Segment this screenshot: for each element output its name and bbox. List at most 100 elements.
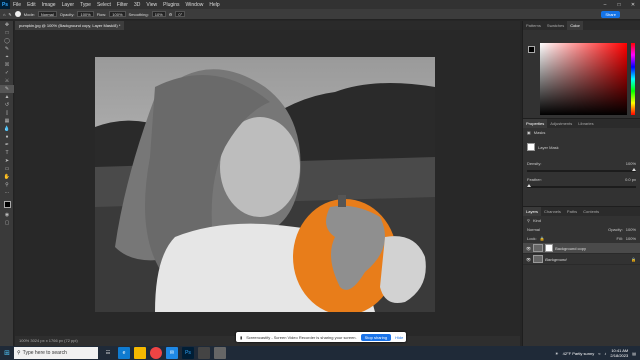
settings-gear-icon[interactable]: ⚙ [169,12,173,17]
angle-field[interactable]: 0° [175,11,186,17]
menu-edit[interactable]: Edit [24,2,39,8]
kind-filter[interactable]: Kind [533,218,541,223]
volume-icon[interactable]: ♪ [604,351,606,356]
frame-tool-icon[interactable]: ☒ [0,61,14,69]
quick-select-tool-icon[interactable]: ✎ [0,45,14,53]
foreground-color-swatch[interactable] [528,46,535,53]
tab-channels[interactable]: Channels [541,207,564,216]
clone-stamp-tool-icon[interactable]: ▲ [0,93,14,101]
edge-browser-icon[interactable]: e [118,347,130,359]
file-explorer-icon[interactable] [134,347,146,359]
marquee-tool-icon[interactable]: □ [0,29,14,37]
home-icon[interactable]: ⌂ [3,12,5,17]
history-brush-tool-icon[interactable]: ↺ [0,101,14,109]
menu-filter[interactable]: Filter [114,2,131,8]
eyedropper-tool-icon[interactable]: ✓ [0,69,14,77]
tab-patterns[interactable]: Patterns [523,21,544,30]
opacity-field[interactable]: 100% [77,11,94,17]
menu-view[interactable]: View [143,2,160,8]
tab-properties[interactable]: Properties [523,119,548,128]
tab-libraries[interactable]: Libraries [575,119,596,128]
screen-mode-icon[interactable]: ▢ [0,219,14,227]
app-icon[interactable] [214,347,226,359]
document-canvas[interactable] [95,57,435,312]
notifications-icon[interactable]: ▤ [632,351,636,356]
tab-swatches[interactable]: Swatches [544,21,567,30]
layer-row[interactable]: 👁 Background 🔒 [523,254,640,265]
type-tool-icon[interactable]: T [0,149,14,157]
dodge-tool-icon[interactable]: ● [0,133,14,141]
tab-adjustments[interactable]: Adjustments [547,119,575,128]
lock-icon[interactable]: 🔒 [540,236,545,241]
hand-tool-icon[interactable]: ✋ [0,173,14,181]
wifi-icon[interactable]: ≈ [598,351,600,356]
color-swatches-icon[interactable] [0,197,14,211]
share-button[interactable]: Share [601,10,620,18]
feather-value[interactable]: 0.0 px [625,177,636,182]
mail-icon[interactable]: ✉ [166,347,178,359]
hue-slider[interactable] [631,43,635,115]
feather-slider[interactable] [527,184,636,188]
menu-select[interactable]: Select [94,2,114,8]
photoshop-taskbar-icon[interactable]: Ps [182,347,194,359]
windows-start-icon[interactable]: ⊞ [0,346,14,360]
minimize-icon[interactable]: – [598,2,612,8]
crop-tool-icon[interactable]: ⌖ [0,53,14,61]
layer-mask-thumbnail[interactable] [527,143,535,151]
tab-paths[interactable]: Paths [564,207,580,216]
stop-sharing-button[interactable]: Stop sharing [360,333,392,341]
weather-text[interactable]: 42°F Partly sunny [563,351,595,356]
more-tools-icon[interactable]: ⋯ [0,189,14,197]
quick-mask-icon[interactable]: ◉ [0,211,14,219]
color-picker-field[interactable] [540,43,627,115]
menu-type[interactable]: Type [77,2,94,8]
lasso-tool-icon[interactable]: ◯ [0,37,14,45]
pen-tool-icon[interactable]: ✒ [0,141,14,149]
menu-3d[interactable]: 3D [131,2,143,8]
task-view-icon[interactable]: ☷ [102,347,114,359]
visibility-eye-icon[interactable]: 👁 [526,257,531,262]
blend-mode-select[interactable]: Normal [527,227,540,232]
layer-opacity-value[interactable]: 100% [626,227,636,232]
path-select-tool-icon[interactable]: ➤ [0,157,14,165]
fill-value[interactable]: 100% [626,236,636,241]
blur-tool-icon[interactable]: 💧 [0,125,14,133]
zoom-tool-icon[interactable]: ⚲ [0,181,14,189]
layer-name: Background copy [555,245,586,251]
rectangle-tool-icon[interactable]: ▭ [0,165,14,173]
maximize-icon[interactable]: □ [612,2,626,8]
smoothing-field[interactable]: 10% [151,11,166,17]
clock[interactable]: 10:41 AM 2/18/2023 [610,348,628,358]
menu-help[interactable]: Help [206,2,222,8]
store-icon[interactable] [198,347,210,359]
mask-icon: ▣ [527,130,531,135]
tab-layers[interactable]: Layers [523,207,542,216]
brush-tool-icon[interactable]: ✎ [8,12,11,17]
tab-color[interactable]: Color [567,21,583,30]
tab-contents[interactable]: Contents [580,207,602,216]
menu-plugins[interactable]: Plugins [160,2,182,8]
layer-row[interactable]: 👁 Background copy [523,243,640,254]
menu-file[interactable]: File [10,2,24,8]
move-tool-icon[interactable]: ✥ [0,21,14,29]
menu-layer[interactable]: Layer [59,2,78,8]
mode-select[interactable]: Normal [37,11,57,17]
visibility-eye-icon[interactable]: 👁 [526,246,531,251]
brush-size-picker[interactable] [14,11,21,17]
healing-tool-icon[interactable]: ⚔ [0,77,14,85]
density-slider[interactable] [527,168,636,172]
taskbar-search-box[interactable]: ⚲ Type here to search [14,347,98,359]
masks-label: Masks [533,130,546,135]
brush-tool-icon[interactable]: ✎ [0,85,14,93]
flow-field[interactable]: 100% [109,11,126,17]
density-value[interactable]: 100% [626,161,636,166]
layer-mask-thumbnail[interactable] [545,244,554,252]
menu-image[interactable]: Image [39,2,59,8]
chrome-icon[interactable] [150,347,162,359]
hide-button[interactable]: Hide [395,335,403,340]
document-tab[interactable]: pumpkin.jpg @ 100% (Background copy, Lay… [15,21,125,30]
eraser-tool-icon[interactable]: ▯ [0,109,14,117]
menu-window[interactable]: Window [183,2,207,8]
close-icon[interactable]: ✕ [626,2,640,8]
gradient-tool-icon[interactable]: ▦ [0,117,14,125]
